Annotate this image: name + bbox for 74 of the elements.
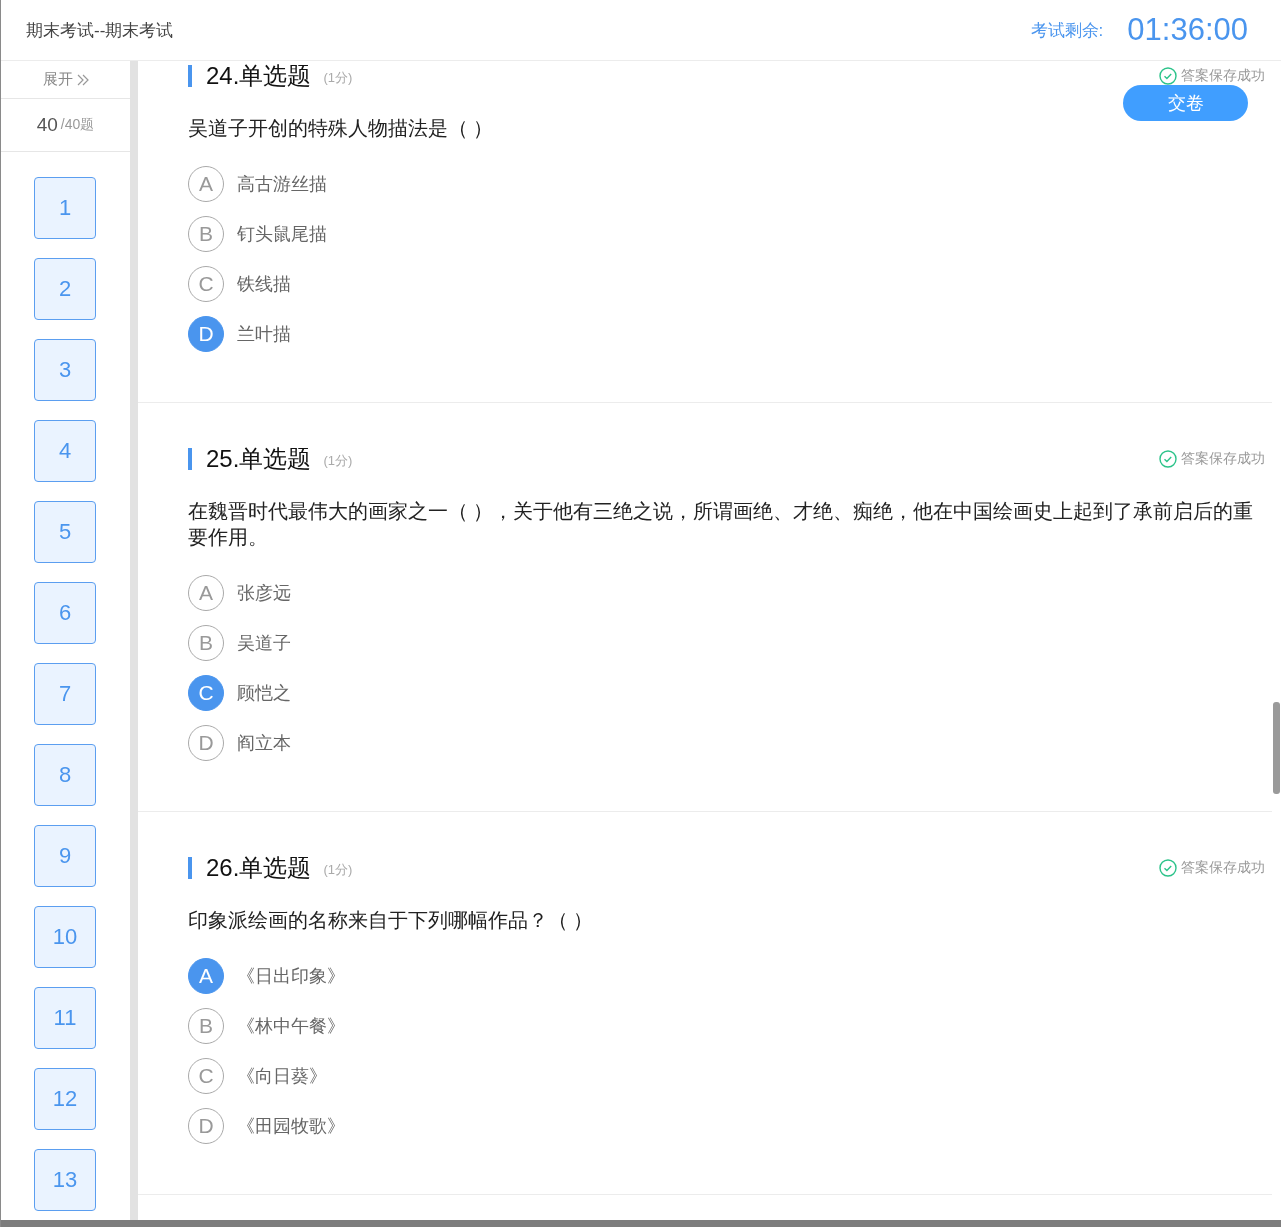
option-letter: B: [188, 1008, 224, 1044]
question-number-button[interactable]: 4: [34, 420, 96, 482]
option-label: 铁线描: [237, 273, 291, 296]
question-number-button[interactable]: 12: [34, 1068, 96, 1130]
answer-option[interactable]: D 《田园牧歌》: [188, 1108, 351, 1144]
answer-option[interactable]: C 顾恺之: [188, 675, 297, 711]
check-circle-icon: [1159, 67, 1177, 85]
option-letter: C: [188, 266, 224, 302]
option-label: 《向日葵》: [237, 1065, 327, 1088]
question-number-button[interactable]: 10: [34, 906, 96, 968]
option-label: 钉头鼠尾描: [237, 223, 327, 246]
scrollbar-thumb[interactable]: [1273, 702, 1280, 794]
question-text: 在魏晋时代最伟大的画家之一（ ），关于他有三绝之说，所谓画绝、才绝、痴绝，他在中国绘画史上起到了承前启后的重要作用。: [188, 499, 1255, 550]
option-letter: A: [188, 958, 224, 994]
answer-option[interactable]: B 钉头鼠尾描: [188, 216, 333, 252]
option-letter: A: [188, 166, 224, 202]
question-score: (1分): [323, 69, 353, 87]
horizontal-scrollbar[interactable]: [1, 1220, 1281, 1227]
answer-option[interactable]: C 铁线描: [188, 266, 297, 302]
answer-option[interactable]: B 吴道子: [188, 625, 297, 661]
question-text: 吴道子开创的特殊人物描法是（ ）: [188, 116, 495, 141]
option-letter: C: [188, 675, 224, 711]
option-letter: D: [188, 1108, 224, 1144]
total-count: /40题: [60, 116, 95, 134]
submit-button[interactable]: 交卷: [1123, 85, 1248, 121]
option-label: 《田园牧歌》: [237, 1115, 345, 1138]
answer-option[interactable]: D 阎立本: [188, 725, 297, 761]
option-letter: B: [188, 625, 224, 661]
option-label: 张彦远: [237, 582, 291, 605]
question-number-button[interactable]: 7: [34, 663, 96, 725]
option-letter: D: [188, 725, 224, 761]
question-title: 24.单选题: [206, 61, 312, 91]
option-label: 《日出印象》: [237, 965, 345, 988]
question-text: 印象派绘画的名称来自于下列哪幅作品？（ ）: [188, 908, 595, 933]
option-letter: A: [188, 575, 224, 611]
question-number-button[interactable]: 11: [34, 987, 96, 1049]
answer-option[interactable]: A 高古游丝描: [188, 166, 333, 202]
save-status: 答案保存成功: [1181, 450, 1265, 468]
question-title: 26.单选题: [206, 853, 312, 883]
answer-option[interactable]: A 《日出印象》: [188, 958, 351, 994]
answer-option[interactable]: A 张彦远: [188, 575, 297, 611]
sidebar-scrollbar[interactable]: [130, 61, 138, 1220]
exam-title: 期末考试--期末考试: [26, 19, 174, 42]
option-label: 兰叶描: [237, 323, 291, 346]
answered-count: 40: [36, 114, 58, 136]
save-status: 答案保存成功: [1181, 67, 1265, 85]
question-number-button[interactable]: 8: [34, 744, 96, 806]
question-number-button[interactable]: 3: [34, 339, 96, 401]
answer-option[interactable]: D 兰叶描: [188, 316, 297, 352]
option-letter: B: [188, 216, 224, 252]
double-chevron-icon: [76, 73, 89, 86]
option-label: 《林中午餐》: [237, 1015, 345, 1038]
timer-label: 考试剩余:: [1030, 19, 1104, 42]
option-label: 吴道子: [237, 632, 291, 655]
save-status: 答案保存成功: [1181, 859, 1265, 877]
check-circle-icon: [1159, 859, 1177, 877]
question-number-button[interactable]: 9: [34, 825, 96, 887]
option-label: 阎立本: [237, 732, 291, 755]
option-letter: C: [188, 1058, 224, 1094]
option-letter: D: [188, 316, 224, 352]
question-number-button[interactable]: 6: [34, 582, 96, 644]
option-label: 顾恺之: [237, 682, 291, 705]
question-number-button[interactable]: 13: [34, 1149, 96, 1211]
answer-option[interactable]: C 《向日葵》: [188, 1058, 333, 1094]
question-number-button[interactable]: 1: [34, 177, 96, 239]
question-score: (1分): [323, 452, 353, 470]
question-number-button[interactable]: 2: [34, 258, 96, 320]
question-number-button[interactable]: 5: [34, 501, 96, 563]
question-title: 25.单选题: [206, 444, 312, 474]
check-circle-icon: [1159, 450, 1177, 468]
option-label: 高古游丝描: [237, 173, 327, 196]
question-score: (1分): [323, 861, 353, 879]
answer-option[interactable]: B 《林中午餐》: [188, 1008, 351, 1044]
countdown-timer: 01:36:00: [1127, 12, 1248, 48]
